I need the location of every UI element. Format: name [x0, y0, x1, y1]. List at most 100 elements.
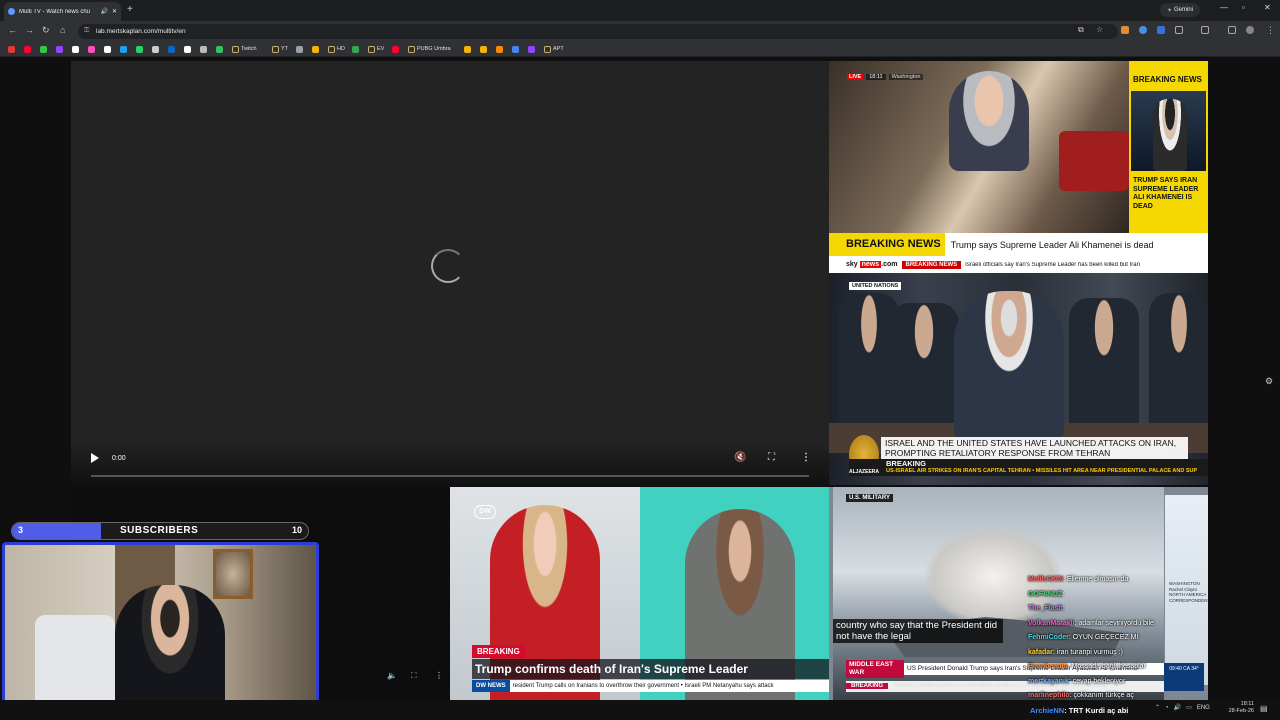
more-options-icon[interactable]: ⋮ — [435, 671, 443, 680]
bookmark-favicon-icon — [480, 45, 487, 53]
sky-side-panel: BREAKING NEWS TRUMP SAYS IRAN SUPREME LE… — [1129, 61, 1208, 233]
maximize-icon[interactable]: ▫ — [1242, 3, 1245, 12]
seek-bar[interactable] — [91, 475, 809, 477]
bookmark-item[interactable] — [120, 44, 127, 54]
chat-text: : — [1062, 590, 1065, 598]
bookmark-folder[interactable]: Twitch — [232, 44, 257, 54]
bookmark-item[interactable] — [528, 44, 535, 54]
tab-search-icon[interactable] — [1228, 26, 1236, 34]
mute-icon[interactable]: 🔇 — [734, 452, 746, 463]
chat-message: VolkanMaraklı: adamlar seviniyordu bile — [1028, 617, 1208, 632]
home-icon[interactable]: ⌂ — [60, 25, 65, 35]
chat-user: kafadar — [1028, 648, 1053, 656]
bookmark-item[interactable] — [104, 44, 111, 54]
bookmark-item[interactable] — [480, 44, 487, 54]
minimize-icon[interactable]: — — [1220, 3, 1228, 12]
browser-tab-strip: Multi TV - Watch news chu 🔊 ✕ + ✦ Gemini… — [0, 0, 1280, 21]
bookmarks-bar: Twitch YT HD EV PUBG Umbra APT — [0, 41, 1280, 57]
bookmark-item[interactable] — [168, 44, 175, 54]
browser-menu-icon[interactable]: ⋮ — [1266, 25, 1275, 36]
language-indicator[interactable]: ENG — [1197, 705, 1210, 711]
fullscreen-icon[interactable]: ⛶ — [411, 671, 417, 681]
chat-text: : adamlar seviniyordu bile — [1074, 619, 1154, 627]
chat-text: : Ellenme olmasın da — [1063, 576, 1129, 583]
gemini-button[interactable]: ✦ Gemini — [1160, 3, 1200, 17]
mute-icon[interactable]: 🔈 — [387, 671, 397, 680]
fullscreen-icon[interactable]: ⛶ — [768, 452, 775, 463]
bookmark-item[interactable] — [352, 44, 359, 54]
live-time: 18:11 — [866, 74, 886, 80]
bookmark-folder[interactable]: APT — [544, 44, 564, 54]
bookmark-item[interactable] — [24, 44, 31, 54]
bookmark-item[interactable] — [312, 44, 319, 54]
bookmark-item[interactable] — [184, 44, 191, 54]
taskbar-clock[interactable]: 18:11 28-Feb-26 — [1228, 701, 1254, 715]
stream-chat-overlay: MelihAKIN: Ellenme olmasın da GOFANUZ: The… — [1028, 573, 1208, 704]
bookmark-item[interactable] — [296, 44, 303, 54]
tab-audio-icon[interactable]: 🔊 — [100, 8, 107, 15]
side-panel-icon[interactable] — [1201, 26, 1209, 34]
dw-headline: Trump confirms death of Iran's Supreme L… — [472, 659, 829, 679]
main-video-player[interactable]: 0:00 🔇 ⛶ ⋮ — [71, 61, 829, 487]
forward-icon[interactable]: → — [25, 25, 34, 35]
folder-icon — [232, 45, 239, 53]
sky-news-logo: sky news .com — [846, 261, 898, 268]
speaker-icon[interactable]: 🔊 — [1174, 704, 1181, 711]
loading-spinner-icon — [431, 249, 465, 283]
bookmark-item[interactable] — [512, 44, 519, 54]
bookmark-label: YT — [281, 46, 289, 52]
close-window-icon[interactable]: ✕ — [1264, 3, 1271, 12]
bookmark-item[interactable] — [8, 44, 15, 54]
bookmark-item[interactable] — [72, 44, 79, 54]
bookmark-item[interactable] — [200, 44, 207, 54]
bookmark-item[interactable] — [392, 44, 399, 54]
more-options-icon[interactable]: ⋮ — [801, 452, 811, 463]
bookmark-folder[interactable]: PUBG Umbra — [408, 44, 451, 54]
bookmark-item[interactable] — [88, 44, 95, 54]
new-tab-icon[interactable]: + — [127, 4, 133, 15]
video-controls: 0:00 🔇 ⛶ ⋮ — [71, 441, 829, 487]
settings-gear-icon[interactable]: ⚙ — [1265, 376, 1273, 387]
url-input[interactable]: ⚿ lab.mertskaplan.com/multitv/en — [78, 24, 1118, 39]
browser-tab[interactable]: Multi TV - Watch news chu 🔊 ✕ — [4, 2, 121, 21]
bookmark-item[interactable] — [152, 44, 159, 54]
bookmark-item[interactable] — [56, 44, 63, 54]
back-icon[interactable]: ← — [8, 25, 17, 35]
extension-icon[interactable] — [1139, 26, 1147, 34]
extensions-puzzle-icon[interactable] — [1175, 26, 1183, 34]
bookmark-item[interactable] — [40, 44, 47, 54]
dw-news-player[interactable]: DW BREAKING Trump confirms death of Iran… — [450, 487, 829, 700]
bookmark-favicon-icon — [88, 45, 95, 53]
battery-icon[interactable]: ▭ — [1186, 704, 1192, 711]
site-info-icon[interactable]: ⚿ — [84, 27, 89, 35]
bookmark-item[interactable] — [216, 44, 223, 54]
bookmark-favicon-icon — [296, 45, 303, 53]
play-icon[interactable] — [91, 453, 99, 463]
bookmark-item[interactable] — [464, 44, 471, 54]
address-toolbar: ← → ↻ ⌂ ⚿ lab.mertskaplan.com/multitv/en… — [0, 21, 1280, 41]
dw-ticker: DW NEWS resident Trump calls on Iranians… — [472, 680, 829, 692]
install-app-icon[interactable]: ⧉ — [1078, 25, 1084, 35]
folder-icon — [408, 45, 415, 53]
chevron-up-icon[interactable]: ⌃ — [1155, 704, 1160, 711]
notification-icon[interactable]: ▤ — [1260, 704, 1268, 713]
profile-avatar[interactable] — [1246, 26, 1254, 34]
sky-news-player[interactable]: LIVE 18:11 Washington BREAKING NEWS TRUM… — [829, 61, 1208, 273]
bookmark-folder[interactable]: EV — [368, 44, 384, 54]
aljazeera-player[interactable]: UNITED NATIONS ISRAEL AND THE UNITED STA… — [829, 273, 1208, 485]
tab-close-icon[interactable]: ✕ — [112, 8, 117, 15]
bookmark-folder[interactable]: HD — [328, 44, 345, 54]
khamenei-portrait-image — [1131, 91, 1206, 171]
network-icon[interactable]: ◔ — [1165, 705, 1169, 711]
bookmark-star-icon[interactable]: ☆ — [1096, 25, 1103, 34]
sky-live-bug: LIVE 18:11 Washington — [847, 74, 924, 80]
bookmark-item[interactable] — [496, 44, 503, 54]
bookmark-folder[interactable]: YT — [272, 44, 288, 54]
extension-icon[interactable] — [1157, 26, 1165, 34]
chat-user: GOFANUZ — [1028, 590, 1063, 598]
extension-icon[interactable] — [1121, 26, 1129, 34]
bookmark-label: Twitch — [241, 46, 257, 52]
sky-breaking-bar: BREAKING NEWS Trump says Supreme Leader … — [829, 233, 1208, 256]
bookmark-item[interactable] — [136, 44, 143, 54]
reload-icon[interactable]: ↻ — [42, 25, 50, 36]
